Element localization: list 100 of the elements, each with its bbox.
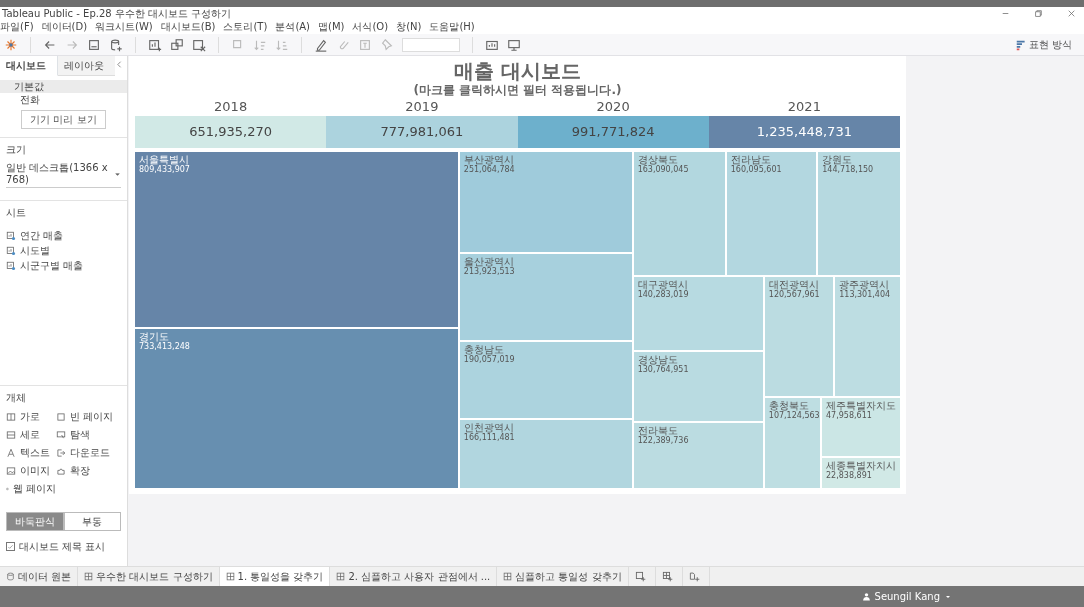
dashboard-title: 매출 대시보드 — [453, 60, 582, 82]
region-name: 부산광역시 — [463, 154, 515, 165]
checkbox[interactable] — [6, 542, 15, 551]
year-label: 2020 — [595, 98, 631, 116]
new-dashboard-icon[interactable] — [661, 571, 673, 582]
year-sales-bar[interactable]: 1,235,448,731 — [708, 116, 900, 148]
treemap-tile[interactable]: 전라남도 160,095,601 — [726, 152, 817, 275]
save-icon[interactable] — [87, 37, 101, 52]
menu-item[interactable]: 맵(M) — [318, 20, 345, 34]
new-story-icon[interactable] — [688, 571, 700, 582]
device-item[interactable]: 기본값 — [0, 80, 127, 93]
menu-item[interactable]: 파일(F) — [0, 20, 34, 34]
menu-item[interactable]: 대시보드(B) — [160, 20, 216, 34]
sheet-item[interactable]: 시도별 — [6, 243, 121, 258]
sales-value: 47,958,611 — [826, 410, 872, 421]
treemap-tile[interactable]: 세종특별자치시 22,838,891 — [822, 458, 900, 488]
object-item[interactable]: 빈 페이지 — [56, 409, 121, 424]
year-label: 2021 — [786, 98, 822, 116]
new-sheet-icon[interactable] — [148, 37, 162, 52]
size-dropdown[interactable]: 일반 데스크톱(1366 x 768) — [6, 161, 121, 188]
sales-value: 160,095,601 — [730, 165, 783, 175]
treemap-tile[interactable]: 대구광역시 140,283,019 — [633, 276, 763, 351]
layout-toggle[interactable]: 부동 — [63, 512, 121, 531]
menu-item[interactable]: 분석(A) — [275, 20, 311, 34]
region-name: 세종특별자치시 — [826, 460, 896, 472]
panel-tab[interactable]: 레이아웃 — [58, 56, 115, 76]
device-item[interactable]: 전화 — [0, 93, 127, 106]
section-heading: 크기 — [6, 143, 27, 157]
menu-item[interactable]: 데이터(D) — [41, 20, 88, 34]
user-name[interactable]: Seungil Kang — [874, 589, 940, 604]
device-preview-button[interactable]: 기기 미리 보기 — [21, 110, 106, 129]
sales-value: 166,111,481 — [463, 433, 516, 444]
object-item[interactable]: 텍스트 — [6, 445, 56, 460]
year-label: 2019 — [404, 98, 440, 116]
text-icon — [6, 447, 16, 458]
menu-item[interactable]: 워크시트(W) — [95, 20, 153, 34]
region-name: 제주특별자치도 — [826, 399, 896, 411]
region-name: 충청남도 — [463, 343, 504, 355]
year-sales-bar[interactable]: 777,981,061 — [326, 116, 518, 148]
grid-icon — [84, 572, 94, 581]
sales-value: 163,090,045 — [637, 165, 690, 175]
logo-icon[interactable] — [4, 37, 18, 52]
object-item[interactable]: 확장 — [56, 463, 121, 478]
treemap-tile[interactable]: 제주특별자치도 47,958,611 — [822, 397, 900, 457]
blank-icon — [56, 411, 66, 422]
treemap-tile[interactable]: 충청북도 107,124,563 — [764, 397, 820, 488]
object-item[interactable]: 웹 페이지 — [6, 481, 56, 496]
treemap-tile[interactable]: 부산광역시 251,064,784 — [459, 152, 632, 252]
new-worksheet-icon[interactable] — [634, 571, 646, 582]
sheet-item[interactable]: 시군구별 매출 — [6, 258, 121, 273]
treemap-tile[interactable]: 경상남도 130,764,951 — [633, 352, 763, 422]
show-me-button[interactable]: 표현 방식 — [1006, 36, 1080, 53]
grid-icon — [336, 572, 346, 581]
collapse-icon[interactable] — [115, 60, 124, 69]
object-item[interactable]: 이미지 — [6, 463, 56, 478]
highlight-icon[interactable] — [314, 37, 328, 52]
sales-value: 733,413,248 — [139, 342, 191, 353]
restore-icon[interactable] — [1034, 9, 1043, 18]
menu-item[interactable]: 서식(O) — [352, 20, 389, 34]
object-item[interactable]: 세로 — [6, 427, 56, 442]
region-name: 경기도 — [139, 331, 170, 343]
treemap-tile[interactable]: 광주광역시 113,301,404 — [835, 276, 900, 396]
year-sales-bar[interactable]: 651,935,270 — [135, 116, 327, 148]
sheet-icon — [6, 245, 16, 256]
treemap-tile[interactable]: 경상북도 163,090,045 — [633, 152, 725, 275]
sales-value: 144,718,150 — [822, 165, 875, 175]
sales-value: 113,301,404 — [839, 289, 892, 300]
treemap-tile[interactable]: 전라북도 122,389,736 — [633, 423, 763, 488]
sheet-tab[interactable]: 1. 통일성을 갖추기 — [219, 567, 331, 586]
sales-value: 190,057,019 — [463, 354, 516, 365]
duplicate-icon[interactable] — [170, 37, 184, 52]
treemap-tile[interactable]: 충청남도 190,057,019 — [459, 341, 632, 419]
region-name: 대전광역시 — [768, 278, 820, 290]
menu-item[interactable]: 도움말(H) — [429, 20, 475, 34]
checkbox-label: 대시보드 제목 표시 — [19, 540, 106, 554]
grid-icon — [225, 572, 235, 581]
treemap-tile[interactable]: 인천광역시 166,111,481 — [459, 420, 632, 488]
treemap-tile[interactable]: 서울특별시 809,433,907 — [135, 152, 458, 328]
treemap-tile[interactable]: 강원도 144,718,150 — [818, 152, 900, 275]
presentation-icon[interactable] — [507, 37, 521, 52]
menu-item[interactable]: 창(N) — [396, 20, 422, 34]
treemap-tile[interactable]: 대전광역시 120,567,961 — [764, 276, 834, 396]
year-sales-bar[interactable]: 991,771,824 — [517, 116, 709, 148]
object-item[interactable]: 탐색 — [56, 427, 121, 442]
user-icon — [861, 592, 871, 601]
region-name: 강원도 — [822, 154, 853, 165]
download-icon — [56, 447, 66, 458]
sales-value: 809,433,907 — [139, 165, 191, 175]
sales-value: 22,838,891 — [826, 471, 872, 482]
object-item[interactable]: 다운로드 — [56, 445, 121, 460]
menu-item[interactable]: 스토리(T) — [223, 20, 268, 34]
add-datasource-icon[interactable] — [109, 37, 123, 52]
object-item[interactable]: 가로 — [6, 409, 56, 424]
close-icon[interactable] — [1067, 9, 1076, 18]
clear-sheet-icon[interactable] — [192, 37, 206, 52]
sheet-item[interactable]: 연간 매출 — [6, 228, 121, 243]
treemap-tile[interactable]: 울산광역시 213,923,513 — [459, 254, 632, 340]
sales-value: 122,389,736 — [637, 436, 690, 447]
dashboard-subtitle: (마크를 클릭하시면 필터 적용됩니다.) — [412, 82, 623, 98]
navigation-icon — [56, 429, 66, 440]
